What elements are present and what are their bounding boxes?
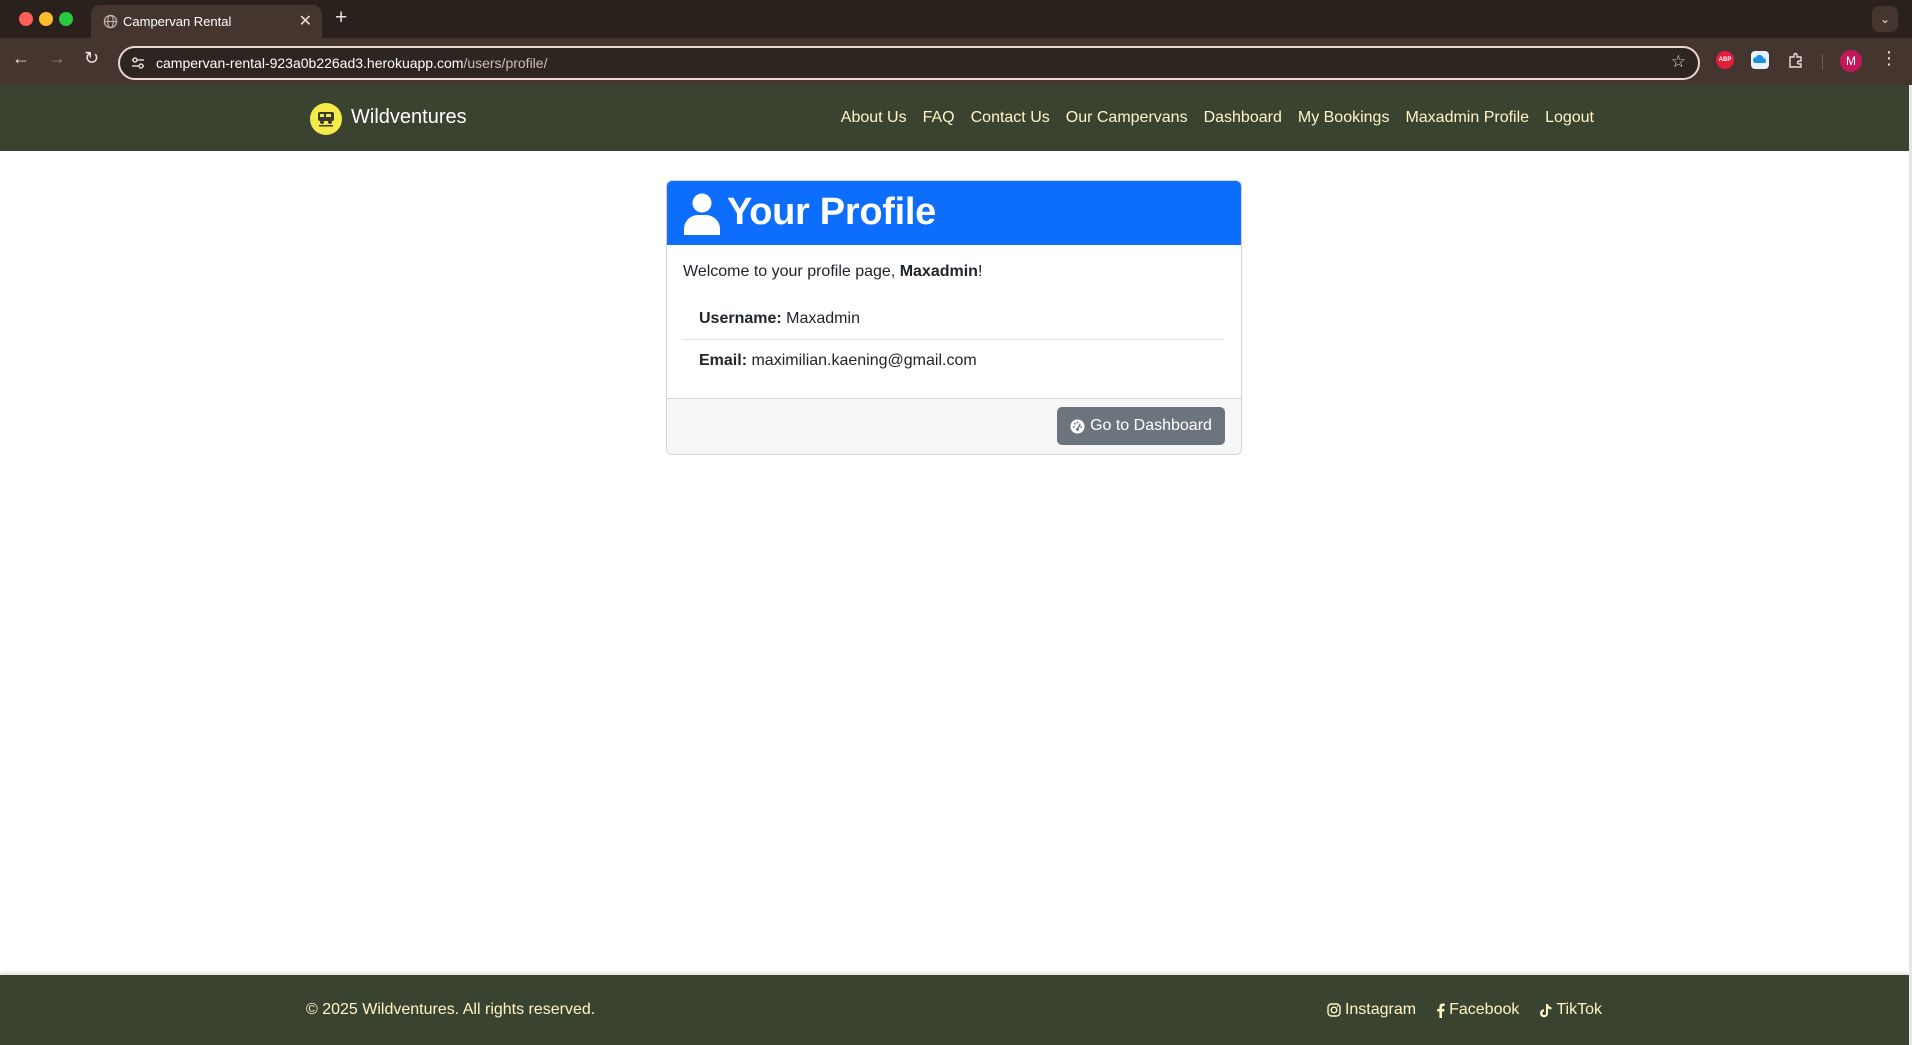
browser-tab-bar: Campervan Rental ✕ + ⌄	[0, 0, 1912, 38]
reload-icon[interactable]: ↻	[84, 48, 99, 69]
url-host: campervan-rental-923a0b226ad3.herokuapp.…	[156, 55, 464, 71]
nav-link-my-bookings[interactable]: My Bookings	[1298, 109, 1390, 127]
globe-icon	[103, 14, 118, 29]
welcome-suffix: !	[977, 263, 983, 280]
tab-close-icon[interactable]: ✕	[299, 11, 312, 31]
email-value: maximilian.kaening@gmail.com	[751, 352, 977, 369]
site-navbar: Wildventures About Us FAQ Contact Us Our…	[0, 85, 1909, 151]
browser-profile-avatar[interactable]: M	[1840, 50, 1862, 72]
profile-card-body: Welcome to your profile page, Maxadmin! …	[667, 245, 1241, 398]
facebook-label: Facebook	[1449, 1001, 1520, 1018]
tiktok-label: TikTok	[1556, 1001, 1602, 1018]
instagram-link[interactable]: Instagram	[1327, 1001, 1416, 1019]
username-label: Username:	[699, 310, 782, 327]
address-bar[interactable]: campervan-rental-923a0b226ad3.herokuapp.…	[118, 46, 1700, 80]
email-label: Email:	[699, 352, 748, 369]
profile-card-header: Your Profile	[667, 181, 1241, 245]
cloud-extension-icon[interactable]	[1751, 51, 1769, 69]
adblock-extension-icon[interactable]: ABP	[1716, 51, 1734, 69]
tiktok-link[interactable]: TikTok	[1539, 1001, 1602, 1019]
back-arrow-icon[interactable]: ←	[12, 48, 30, 69]
facebook-link[interactable]: Facebook	[1436, 1001, 1519, 1019]
nav-link-logout[interactable]: Logout	[1545, 109, 1594, 127]
profile-card: Your Profile Welcome to your profile pag…	[666, 180, 1242, 455]
profile-info-list: Username: Maxadmin Email: maximilian.kae…	[683, 298, 1224, 381]
facebook-icon	[1437, 1003, 1445, 1018]
new-tab-button[interactable]: +	[335, 6, 347, 30]
nav-link-our-campervans[interactable]: Our Campervans	[1066, 109, 1188, 127]
bookmark-star-icon[interactable]: ☆	[1671, 52, 1686, 72]
extensions-puzzle-icon[interactable]	[1787, 51, 1805, 69]
user-icon	[684, 193, 720, 235]
close-window-button[interactable]	[19, 12, 33, 26]
brand-name[interactable]: Wildventures	[351, 106, 467, 129]
tiktok-icon	[1540, 1003, 1552, 1017]
go-to-dashboard-label: Go to Dashboard	[1090, 417, 1212, 434]
tab-search-chevron-icon[interactable]: ⌄	[1872, 6, 1898, 32]
tab-title: Campervan Rental	[123, 14, 232, 29]
profile-card-footer: Go to Dashboard	[667, 398, 1241, 454]
url-path: /users/profile/	[463, 55, 548, 71]
tachometer-icon	[1070, 418, 1085, 434]
minimize-window-button[interactable]	[39, 12, 53, 26]
page-title: Your Profile	[727, 191, 936, 233]
nav-link-faq[interactable]: FAQ	[923, 109, 955, 127]
welcome-prefix: Welcome to your profile page,	[683, 263, 900, 280]
nav-link-about-us[interactable]: About Us	[841, 109, 907, 127]
go-to-dashboard-button[interactable]: Go to Dashboard	[1057, 407, 1225, 445]
copyright-text: © 2025 Wildventures. All rights reserved…	[306, 1001, 596, 1018]
site-settings-icon[interactable]	[130, 55, 146, 71]
cloud-icon	[1753, 54, 1767, 63]
username-value: Maxadmin	[786, 310, 860, 327]
nav-link-dashboard[interactable]: Dashboard	[1204, 109, 1282, 127]
nav-link-contact-us[interactable]: Contact Us	[971, 109, 1050, 127]
browser-tab[interactable]: Campervan Rental ✕	[91, 5, 322, 38]
welcome-message: Welcome to your profile page, Maxadmin!	[683, 263, 982, 281]
instagram-label: Instagram	[1344, 1001, 1417, 1018]
url-text: campervan-rental-923a0b226ad3.herokuapp.…	[156, 55, 547, 71]
forward-arrow-icon[interactable]: →	[48, 48, 66, 69]
toolbar-divider	[1822, 54, 1823, 70]
instagram-icon	[1327, 1003, 1341, 1017]
brand-logo-icon[interactable]	[310, 103, 342, 135]
maximize-window-button[interactable]	[59, 12, 73, 26]
username-row: Username: Maxadmin	[683, 298, 1224, 340]
browser-menu-icon[interactable]: ⋮	[1880, 48, 1898, 69]
site-footer: © 2025 Wildventures. All rights reserved…	[0, 975, 1909, 1045]
nav-link-profile[interactable]: Maxadmin Profile	[1405, 109, 1529, 127]
nav-links: About Us FAQ Contact Us Our Campervans D…	[841, 109, 1594, 127]
email-row: Email: maximilian.kaening@gmail.com	[683, 340, 1224, 381]
campervan-logo-icon	[318, 112, 334, 127]
browser-toolbar: ← → ↻ campervan-rental-923a0b226ad3.hero…	[0, 38, 1912, 85]
social-links: Instagram Facebook TikTok	[1327, 1001, 1602, 1019]
welcome-username: Maxadmin	[899, 263, 978, 280]
